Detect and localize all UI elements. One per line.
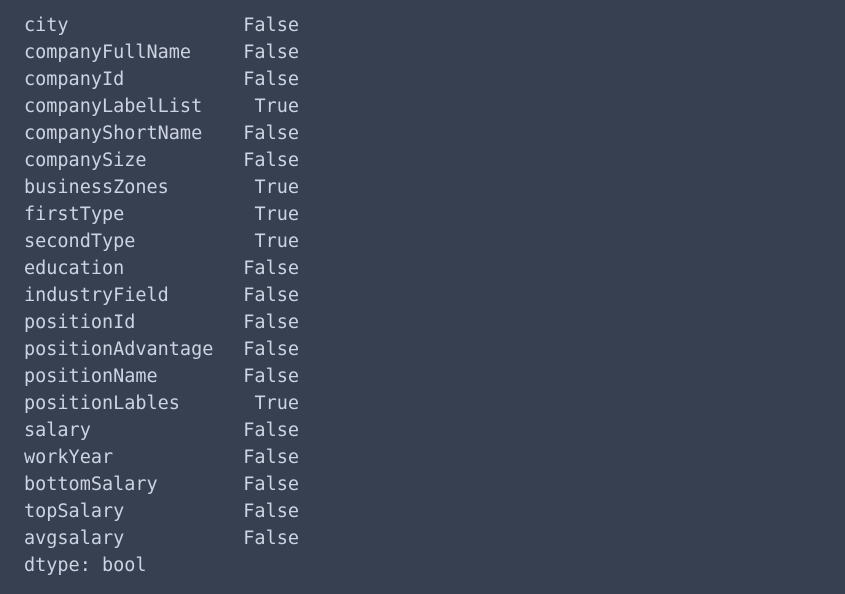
series-index-label: industryField [24, 285, 169, 306]
series-row: bottomSalary False [24, 471, 845, 498]
pandas-series-output: city False companyFullName False companyId Fa… [0, 12, 845, 579]
series-row: businessZones True [24, 174, 845, 201]
series-index-label: companyFullName [24, 42, 192, 63]
series-row: industryField False [24, 282, 845, 309]
series-row: city False [24, 12, 845, 39]
series-row: companySize False [24, 147, 845, 174]
console-output-pane: city False companyFullName False companyId Fa… [0, 0, 845, 594]
series-index-label: companyId [24, 69, 125, 90]
series-row: positionId False [24, 309, 845, 336]
series-row: avgsalary False [24, 525, 845, 552]
series-value: False [243, 339, 299, 360]
series-index-label: city [24, 15, 69, 36]
series-index-label: positionLables [24, 393, 180, 414]
series-row: topSalary False [24, 498, 845, 525]
series-dtype-line: dtype: bool [24, 555, 147, 576]
series-row: positionAdvantage False [24, 336, 845, 363]
series-value: False [243, 501, 299, 522]
series-row-list: city False companyFullName False companyId Fa… [24, 12, 845, 552]
series-index-label: companyLabelList [24, 96, 203, 117]
series-value: False [243, 447, 299, 468]
series-row: companyFullName False [24, 39, 845, 66]
series-value: False [243, 258, 299, 279]
series-index-label: firstType [24, 204, 125, 225]
series-value: False [243, 366, 299, 387]
series-row: positionLables True [24, 390, 845, 417]
series-row: salary False [24, 417, 845, 444]
series-index-label: education [24, 258, 125, 279]
series-value: True [254, 177, 299, 198]
series-value: False [243, 420, 299, 441]
series-index-label: positionName [24, 366, 158, 387]
series-value: False [243, 285, 299, 306]
series-value: False [243, 69, 299, 90]
series-value: True [254, 393, 299, 414]
series-value: False [243, 123, 299, 144]
series-index-label: businessZones [24, 177, 169, 198]
series-index-label: companyShortName [24, 123, 203, 144]
series-index-label: positionId [24, 312, 136, 333]
series-value: False [243, 474, 299, 495]
series-index-label: secondType [24, 231, 136, 252]
series-value: False [243, 312, 299, 333]
series-row: companyShortName False [24, 120, 845, 147]
series-row: workYear False [24, 444, 845, 471]
series-row: companyId False [24, 66, 845, 93]
series-index-label: companySize [24, 150, 147, 171]
series-row: secondType True [24, 228, 845, 255]
series-row: education False [24, 255, 845, 282]
series-index-label: workYear [24, 447, 114, 468]
series-value: False [243, 528, 299, 549]
series-index-label: positionAdvantage [24, 339, 214, 360]
series-value: True [254, 231, 299, 252]
series-index-label: bottomSalary [24, 474, 158, 495]
series-value: False [243, 150, 299, 171]
series-index-label: topSalary [24, 501, 125, 522]
series-value: False [243, 42, 299, 63]
series-value: True [254, 96, 299, 117]
series-row: positionName False [24, 363, 845, 390]
series-index-label: salary [24, 420, 91, 441]
series-row: firstType True [24, 201, 845, 228]
series-value: False [243, 15, 299, 36]
series-index-label: avgsalary [24, 528, 125, 549]
series-value: True [254, 204, 299, 225]
series-row: companyLabelList True [24, 93, 845, 120]
